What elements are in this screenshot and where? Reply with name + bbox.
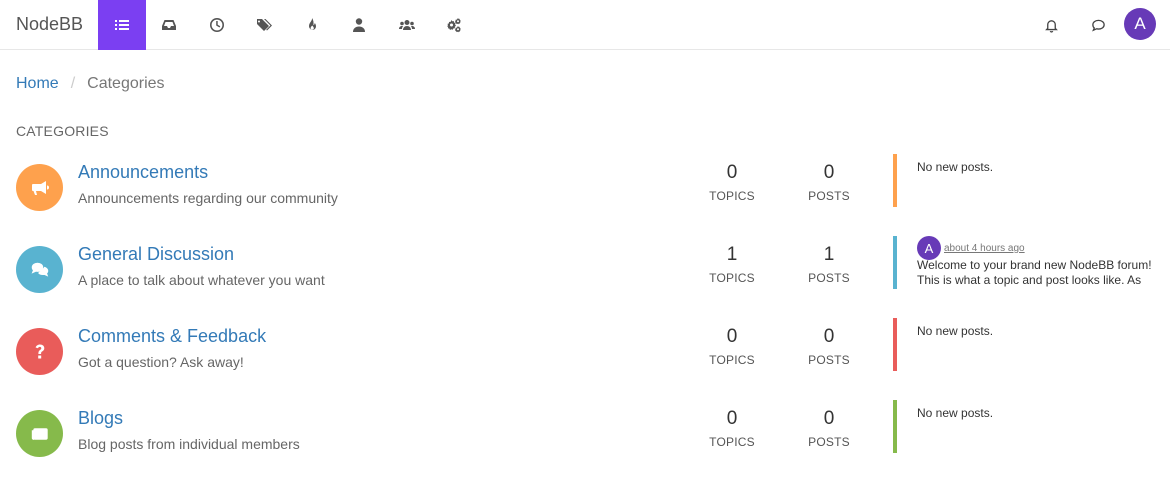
category-color-bar: [893, 400, 897, 453]
nav-users[interactable]: [336, 0, 384, 50]
posts-count: 0 POSTS: [789, 408, 869, 449]
breadcrumb-separator: /: [70, 75, 76, 92]
topics-value: 0: [726, 408, 738, 429]
nav-admin[interactable]: [431, 0, 479, 50]
category-description: Announcements regarding our community: [78, 190, 338, 206]
topics-count: 1 TOPICS: [692, 244, 772, 285]
user-icon: [353, 18, 366, 32]
comments-icon: [31, 262, 48, 277]
topics-label: TOPICS: [709, 271, 755, 285]
category-name[interactable]: Blogs: [78, 408, 123, 429]
list-icon: [114, 20, 129, 30]
posts-value: 0: [823, 408, 835, 429]
posts-count: 0 POSTS: [789, 162, 869, 203]
topics-value: 0: [726, 326, 738, 347]
bullhorn-icon: [31, 180, 49, 195]
chats-button[interactable]: [1075, 0, 1122, 50]
category-color-bar: [893, 154, 897, 207]
category-color-bar: [893, 236, 897, 289]
user-nav: [1028, 0, 1122, 50]
teaser-timestamp[interactable]: about 4 hours ago: [944, 241, 1025, 256]
topics-count: 0 TOPICS: [692, 162, 772, 203]
breadcrumb-home[interactable]: Home: [16, 75, 59, 93]
category-row-announcements: Announcements Announcements regarding ou…: [0, 154, 1170, 222]
posts-value: 0: [823, 162, 835, 183]
posts-label: POSTS: [808, 271, 850, 285]
category-icon[interactable]: [16, 328, 63, 375]
topics-value: 1: [726, 244, 738, 265]
section-title: CATEGORIES: [16, 123, 109, 139]
category-color-bar: [893, 318, 897, 371]
teaser-content[interactable]: Welcome to your brand new NodeBB forum! …: [917, 258, 1157, 289]
newspaper-icon: [31, 427, 48, 440]
posts-value: 0: [823, 326, 835, 347]
teaser-avatar[interactable]: A: [917, 236, 941, 260]
posts-value: 1: [823, 244, 835, 265]
nav-tags[interactable]: [241, 0, 289, 50]
category-description: A place to talk about whatever you want: [78, 272, 325, 288]
category-description: Got a question? Ask away!: [78, 354, 244, 370]
topics-label: TOPICS: [709, 189, 755, 203]
brand-logo[interactable]: NodeBB: [16, 14, 83, 35]
topics-label: TOPICS: [709, 353, 755, 367]
notifications-button[interactable]: [1028, 0, 1075, 50]
nav-unread[interactable]: [146, 0, 194, 50]
category-row-general-discussion: General Discussion A place to talk about…: [0, 236, 1170, 304]
teaser-empty: No new posts.: [917, 160, 994, 174]
topics-label: TOPICS: [709, 435, 755, 449]
posts-count: 1 POSTS: [789, 244, 869, 285]
posts-count: 0 POSTS: [789, 326, 869, 367]
posts-label: POSTS: [808, 189, 850, 203]
teaser-empty: No new posts.: [917, 406, 994, 420]
bell-icon: [1045, 19, 1058, 33]
chat-icon: [1092, 19, 1105, 31]
category-name[interactable]: Comments & Feedback: [78, 326, 266, 347]
user-avatar[interactable]: A: [1124, 8, 1156, 40]
category-icon[interactable]: [16, 164, 63, 211]
nav-recent[interactable]: [193, 0, 241, 50]
nav-popular[interactable]: [288, 0, 336, 50]
teaser-empty: No new posts.: [917, 324, 994, 338]
cogs-icon: [447, 18, 462, 33]
posts-label: POSTS: [808, 435, 850, 449]
category-icon[interactable]: [16, 410, 63, 457]
breadcrumb: Home / Categories: [16, 75, 165, 93]
category-row-blogs: Blogs Blog posts from individual members…: [0, 400, 1170, 468]
posts-label: POSTS: [808, 353, 850, 367]
category-icon[interactable]: [16, 246, 63, 293]
topics-count: 0 TOPICS: [692, 326, 772, 367]
clock-icon: [209, 18, 224, 32]
nav-categories[interactable]: [98, 0, 146, 50]
latest-post-teaser: A about 4 hours ago Welcome to your bran…: [917, 236, 1157, 289]
category-description: Blog posts from individual members: [78, 436, 300, 452]
question-icon: [35, 344, 44, 358]
category-name[interactable]: General Discussion: [78, 244, 234, 265]
category-name[interactable]: Announcements: [78, 162, 208, 183]
inbox-icon: [162, 20, 177, 30]
breadcrumb-current: Categories: [87, 75, 165, 92]
top-navbar: NodeBB A: [0, 0, 1170, 50]
users-group-icon: [398, 20, 415, 30]
topics-value: 0: [726, 162, 738, 183]
main-nav: [98, 0, 478, 50]
tags-icon: [256, 19, 273, 31]
nav-groups[interactable]: [383, 0, 431, 50]
topics-count: 0 TOPICS: [692, 408, 772, 449]
category-row-comments-feedback: Comments & Feedback Got a question? Ask …: [0, 318, 1170, 386]
fire-icon: [308, 18, 316, 30]
